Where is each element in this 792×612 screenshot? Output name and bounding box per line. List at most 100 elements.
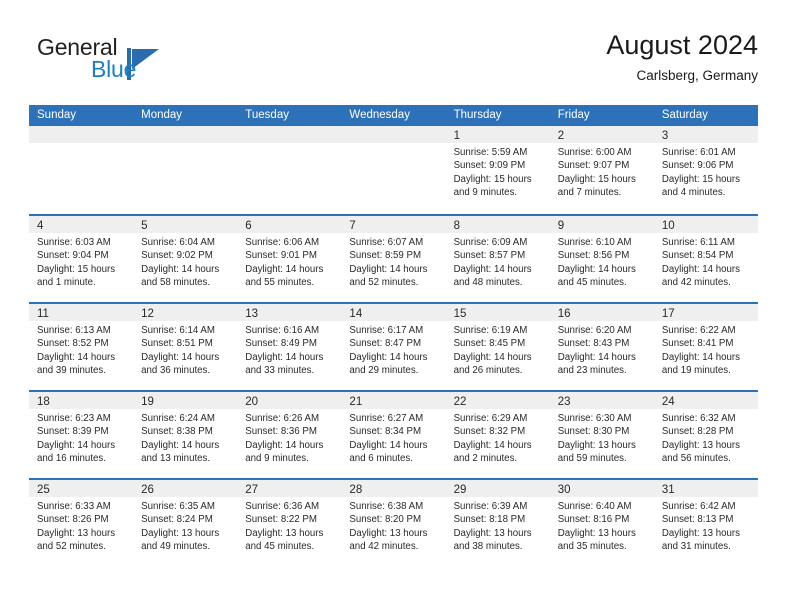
day-details: Sunrise: 6:42 AM Sunset: 8:13 PM Daylight:… (654, 497, 758, 554)
day-details: Sunrise: 6:29 AM Sunset: 8:32 PM Daylight:… (446, 409, 550, 466)
day-number-band (29, 126, 134, 143)
day-number: 26 (141, 484, 154, 496)
day-number: 4 (37, 220, 44, 232)
calendar-day-cell[interactable]: 26 Sunrise: 6:35 AM Sunset: 8:24 PM Dayligh… (133, 480, 238, 566)
day-details: Sunrise: 6:13 AM Sunset: 8:52 PM Daylight:… (29, 321, 133, 378)
calendar-day-cell[interactable]: 23 Sunrise: 6:30 AM Sunset: 8:30 PM Dayligh… (549, 392, 654, 478)
day-number-band: 5 (133, 216, 238, 233)
calendar-day-cell[interactable]: 29 Sunrise: 6:39 AM Sunset: 8:18 PM Dayligh… (445, 480, 550, 566)
calendar-day-cell[interactable]: 17 Sunrise: 6:22 AM Sunset: 8:41 PM Dayligh… (653, 304, 758, 390)
calendar-day-cell[interactable]: 13 Sunrise: 6:16 AM Sunset: 8:49 PM Dayligh… (237, 304, 342, 390)
calendar-day-cell[interactable]: 20 Sunrise: 6:26 AM Sunset: 8:36 PM Dayligh… (237, 392, 342, 478)
day-number: 5 (141, 220, 148, 232)
day-details: Sunrise: 6:01 AM Sunset: 9:06 PM Daylight:… (654, 143, 758, 200)
day-number: 6 (245, 220, 252, 232)
daylight-duration-line1: Daylight: 15 hours (557, 173, 636, 185)
weekday-header-sunday: Sunday (37, 109, 77, 121)
weekday-header-monday: Monday (141, 109, 183, 121)
daylight-duration-line2: and 36 minutes. (141, 365, 211, 377)
sunset-time: Sunset: 9:07 PM (557, 160, 630, 172)
calendar-day-cell[interactable]: 11 Sunrise: 6:13 AM Sunset: 8:52 PM Dayligh… (29, 304, 134, 390)
calendar-day-cell[interactable]: 24 Sunrise: 6:32 AM Sunset: 8:28 PM Dayligh… (653, 392, 758, 478)
day-number: 19 (141, 396, 154, 408)
day-details: Sunrise: 6:36 AM Sunset: 8:22 PM Daylight:… (237, 497, 341, 554)
day-number: 30 (557, 484, 571, 496)
calendar-day-cell[interactable]: 19 Sunrise: 6:24 AM Sunset: 8:38 PM Dayligh… (133, 392, 238, 478)
day-number: 11 (37, 308, 49, 320)
daylight-duration-line2: and 55 minutes. (245, 277, 315, 289)
calendar-day-cell[interactable]: 18 Sunrise: 6:23 AM Sunset: 8:39 PM Dayligh… (29, 392, 134, 478)
calendar-day-cell[interactable]: 9 Sunrise: 6:10 AM Sunset: 8:56 PM Daylight… (549, 216, 654, 302)
calendar-day-cell[interactable]: 30 Sunrise: 6:40 AM Sunset: 8:16 PM Dayligh… (549, 480, 654, 566)
sunset-time: Sunset: 8:28 PM (661, 426, 734, 438)
calendar-day-cell[interactable]: 21 Sunrise: 6:27 AM Sunset: 8:34 PM Dayligh… (341, 392, 446, 478)
daylight-duration-line1: Daylight: 13 hours (453, 527, 532, 539)
sunset-time: Sunset: 8:59 PM (349, 250, 422, 262)
day-number-band: 20 (237, 392, 342, 409)
daylight-duration-line2: and 2 minutes. (453, 453, 518, 465)
sunrise-time: Sunrise: 6:39 AM (453, 501, 528, 512)
day-details: Sunrise: 6:33 AM Sunset: 8:26 PM Daylight:… (29, 497, 133, 554)
calendar-day-cell[interactable]: 25 Sunrise: 6:33 AM Sunset: 8:26 PM Dayligh… (29, 480, 134, 566)
daylight-duration-line2: and 1 minute. (37, 277, 96, 289)
sunset-time: Sunset: 8:34 PM (349, 426, 422, 438)
sunset-time: Sunset: 8:13 PM (661, 514, 734, 526)
sunrise-time: Sunrise: 6:42 AM (661, 501, 736, 512)
calendar-day-cell[interactable]: 15 Sunrise: 6:19 AM Sunset: 8:45 PM Dayligh… (445, 304, 550, 390)
calendar-day-cell[interactable]: 10 Sunrise: 6:11 AM Sunset: 8:54 PM Dayligh… (653, 216, 758, 302)
day-number: 21 (349, 396, 363, 408)
day-details: Sunrise: 6:20 AM Sunset: 8:43 PM Daylight:… (550, 321, 654, 378)
daylight-duration-line1: Daylight: 14 hours (453, 351, 532, 363)
day-number-band: 11 (29, 304, 134, 321)
calendar-day-cell[interactable]: 12 Sunrise: 6:14 AM Sunset: 8:51 PM Dayligh… (133, 304, 238, 390)
day-number-band (133, 126, 238, 143)
daylight-duration-line2: and 52 minutes. (37, 541, 106, 553)
calendar-day-cell[interactable]: 4 Sunrise: 6:03 AM Sunset: 9:04 PM Daylight… (29, 216, 134, 302)
day-number-band: 28 (341, 480, 446, 497)
sunset-time: Sunset: 8:54 PM (661, 250, 734, 262)
calendar-day-cell[interactable]: 28 Sunrise: 6:38 AM Sunset: 8:20 PM Dayligh… (341, 480, 446, 566)
sunrise-time: Sunrise: 6:27 AM (349, 413, 424, 424)
sunrise-time: Sunrise: 6:23 AM (37, 413, 111, 424)
day-number: 8 (453, 220, 460, 232)
day-details: Sunrise: 6:04 AM Sunset: 9:02 PM Daylight:… (133, 233, 237, 290)
sunset-time: Sunset: 8:20 PM (349, 514, 422, 526)
weekday-header-thursday: Thursday (453, 109, 502, 121)
daylight-duration-line2: and 42 minutes. (349, 541, 419, 553)
calendar-day-cell[interactable]: 16 Sunrise: 6:20 AM Sunset: 8:43 PM Dayligh… (549, 304, 654, 390)
calendar-day-cell[interactable]: 3 Sunrise: 6:01 AM Sunset: 9:06 PM Daylight… (653, 126, 758, 214)
sunrise-time: Sunrise: 6:29 AM (453, 413, 528, 424)
daylight-duration-line1: Daylight: 14 hours (245, 439, 324, 451)
daylight-duration-line1: Daylight: 15 hours (453, 173, 532, 185)
daylight-duration-line1: Daylight: 14 hours (661, 263, 740, 275)
calendar-day-cell[interactable]: 27 Sunrise: 6:36 AM Sunset: 8:22 PM Dayligh… (237, 480, 342, 566)
day-number: 2 (557, 130, 565, 142)
calendar-table: Sunday Monday Tuesday Wednesday Thursday… (29, 105, 758, 566)
calendar-day-cell[interactable]: 8 Sunrise: 6:09 AM Sunset: 8:57 PM Daylight… (445, 216, 550, 302)
calendar-week-row: 18 Sunrise: 6:23 AM Sunset: 8:39 PM Dayligh… (29, 390, 758, 478)
calendar-day-cell[interactable]: 14 Sunrise: 6:17 AM Sunset: 8:47 PM Dayligh… (341, 304, 446, 390)
calendar-day-cell[interactable]: 2 Sunrise: 6:00 AM Sunset: 9:07 PM Daylight… (549, 126, 654, 214)
day-number-band: 21 (341, 392, 446, 409)
calendar-day-cell[interactable]: 31 Sunrise: 6:42 AM Sunset: 8:13 PM Dayligh… (653, 480, 758, 566)
calendar-day-cell[interactable]: 5 Sunrise: 6:04 AM Sunset: 9:02 PM Daylight… (133, 216, 238, 302)
calendar-day-cell[interactable]: 7 Sunrise: 6:07 AM Sunset: 8:59 PM Daylight… (341, 216, 446, 302)
day-number-band: 4 (29, 216, 134, 233)
day-number: 27 (245, 484, 259, 496)
day-details: Sunrise: 6:10 AM Sunset: 8:56 PM Daylight:… (550, 233, 654, 290)
daylight-duration-line2: and 48 minutes. (453, 277, 523, 289)
calendar-day-cell[interactable]: 1 Sunrise: 5:59 AM Sunset: 9:09 PM Daylight… (445, 126, 550, 214)
page-title: August 2024 (606, 30, 758, 60)
day-details: Sunrise: 6:14 AM Sunset: 8:51 PM Daylight:… (133, 321, 237, 378)
day-details: Sunrise: 6:24 AM Sunset: 8:38 PM Daylight:… (133, 409, 237, 466)
sunrise-time: Sunrise: 6:01 AM (661, 147, 736, 158)
day-number-band: 24 (653, 392, 758, 409)
daylight-duration-line1: Daylight: 14 hours (453, 439, 532, 451)
sunset-time: Sunset: 9:09 PM (453, 160, 526, 172)
day-number-band: 8 (445, 216, 550, 233)
day-number: 12 (141, 308, 154, 320)
calendar-day-cell[interactable]: 6 Sunrise: 6:06 AM Sunset: 9:01 PM Daylight… (237, 216, 342, 302)
day-number-band: 13 (237, 304, 342, 321)
calendar-day-cell[interactable]: 22 Sunrise: 6:29 AM Sunset: 8:32 PM Dayligh… (445, 392, 550, 478)
daylight-duration-line2: and 23 minutes. (557, 365, 627, 377)
